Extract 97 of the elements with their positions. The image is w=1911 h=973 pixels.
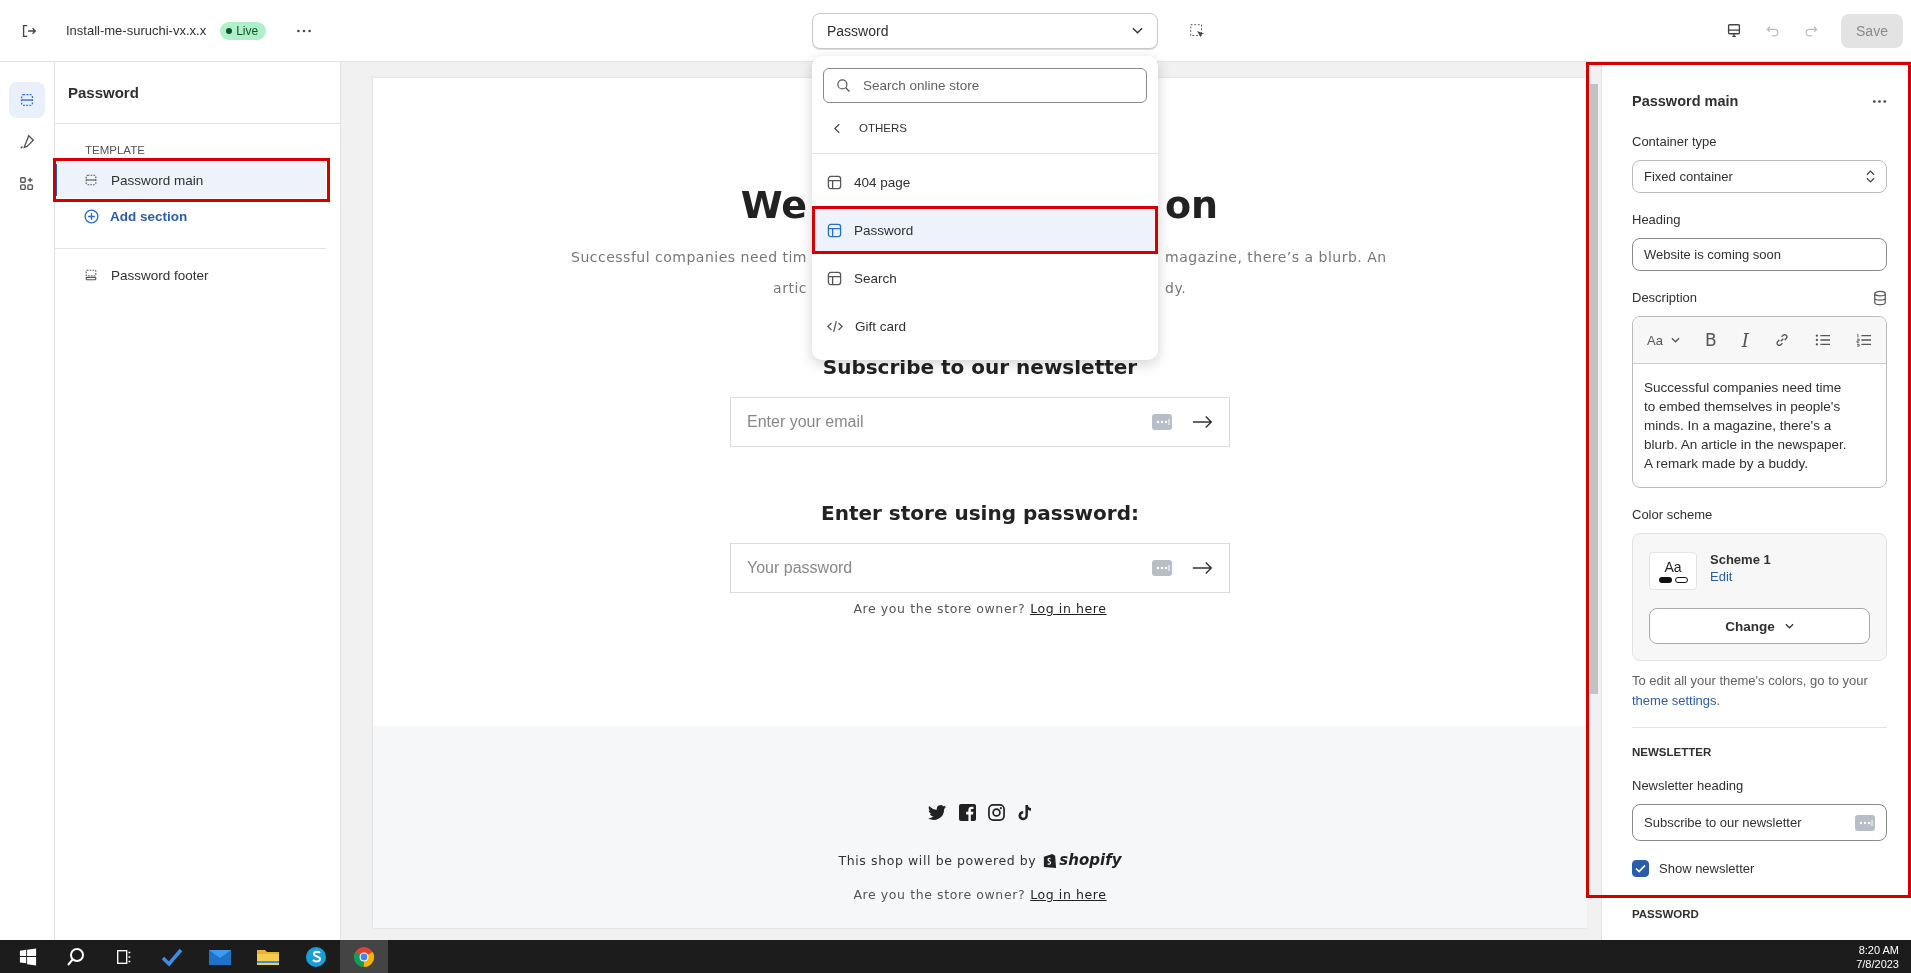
description-text: artic (772, 279, 807, 298)
italic-button[interactable]: I (1741, 329, 1749, 351)
clock-time: 8:20 AM (1858, 942, 1899, 957)
layout-icon (827, 270, 842, 286)
caret-icon (1784, 623, 1794, 629)
login-link[interactable]: Log in here (1030, 887, 1107, 902)
description-editor[interactable]: Aa B I Successful companies need time to embed themselves in people's minds. In a magazine, there's a blurb. An article in the newspaper. A remark made by a buddy. (1632, 316, 1887, 488)
brush-icon (18, 133, 36, 151)
section-icon (83, 172, 99, 188)
windows-icon (19, 947, 37, 966)
sections-button[interactable] (9, 82, 45, 118)
field-label: Newsletter heading (1632, 778, 1745, 794)
arrow-right-icon[interactable] (1192, 560, 1214, 576)
store-name: Install-me-suruchi-vx.x.x (66, 23, 207, 38)
scheme-name: Scheme 1 (1710, 552, 1771, 567)
template-option[interactable]: Gift card (812, 302, 1158, 350)
field-label: Description (1632, 290, 1698, 306)
login-link[interactable]: Log in here (1030, 601, 1107, 616)
layout-icon (827, 222, 842, 238)
more-icon[interactable] (296, 27, 313, 34)
sections-icon (18, 91, 36, 109)
section-label: PASSWORD (1632, 908, 1700, 920)
password-heading: Enter store using password: (821, 501, 1139, 525)
task-view-icon (115, 947, 133, 966)
clock-date: 7/8/2023 (1856, 956, 1899, 971)
apps-icon (18, 175, 36, 193)
template-option[interactable]: 404 page (812, 158, 1158, 206)
text-style-button[interactable]: Aa (1647, 332, 1680, 348)
tiktok-icon[interactable] (1017, 804, 1032, 821)
bold-button[interactable]: B (1704, 330, 1717, 350)
desktop-icon[interactable] (1725, 21, 1743, 40)
inspector-icon[interactable] (1188, 21, 1206, 40)
template-select[interactable]: Password (812, 12, 1158, 49)
section-label: NEWSLETTER (1632, 746, 1713, 758)
group-label: TEMPLATE (84, 144, 146, 156)
section-item[interactable]: Password footer (57, 257, 326, 293)
theme-settings-link[interactable]: theme settings (1632, 693, 1717, 708)
change-button[interactable]: Change (1649, 608, 1870, 644)
chrome-taskbar-button[interactable] (340, 940, 388, 973)
edit-link[interactable]: Edit (1710, 569, 1771, 584)
instagram-icon[interactable] (988, 804, 1005, 821)
container-type-select[interactable]: Fixed container (1632, 160, 1887, 193)
owner-text: Are you the store owner? (853, 887, 1026, 902)
heading-field[interactable]: Website is coming soon (1632, 238, 1887, 271)
scheme-swatch: Aa (1649, 552, 1697, 590)
caret-icon (1670, 337, 1680, 343)
caret-icon (1132, 26, 1143, 35)
footer-section-icon (83, 267, 99, 283)
template-option[interactable]: Search (812, 254, 1158, 302)
facebook-icon[interactable] (959, 804, 976, 821)
check-icon (1635, 864, 1646, 873)
shopify-logo[interactable]: shopify (1042, 851, 1122, 869)
chevron-updown-icon (1866, 170, 1875, 183)
arrow-right-icon[interactable] (1192, 414, 1214, 430)
back-button[interactable]: OTHERS (812, 103, 1158, 154)
description-text: dy. (1165, 279, 1188, 298)
checkbox[interactable] (1632, 860, 1649, 877)
twitter-icon[interactable] (928, 804, 947, 821)
code-icon (827, 319, 843, 333)
search-icon (836, 78, 851, 93)
email-field[interactable]: Enter your email (730, 397, 1230, 447)
more-icon[interactable] (1872, 98, 1887, 104)
powered-by-text: This shop will be powered by (838, 852, 1037, 868)
newsletter-heading: Subscribe to our newsletter (822, 355, 1138, 379)
panel-title: Password (55, 62, 340, 124)
numbered-list-icon[interactable] (1855, 333, 1872, 347)
search-field[interactable]: Search online store (823, 68, 1147, 103)
search-icon (66, 946, 86, 967)
page-heading: We (739, 182, 807, 229)
password-field[interactable]: Your password (730, 543, 1230, 593)
checkmark-icon (161, 946, 183, 967)
description-text: magazine, there’s a blurb. An (1165, 248, 1388, 267)
status-badge: Live (220, 21, 267, 40)
description-text: Successful companies need tim (570, 248, 807, 267)
browser-icon (353, 945, 375, 968)
panel-title: Password main (1632, 93, 1739, 109)
s-logo-icon (305, 945, 327, 968)
link-icon[interactable] (1773, 332, 1790, 348)
page-heading: on (1165, 182, 1220, 229)
field-label: Heading (1632, 212, 1682, 228)
bullet-list-icon[interactable] (1814, 333, 1831, 347)
plus-circle-icon (83, 207, 100, 225)
add-section-link[interactable]: Add section (55, 198, 326, 234)
database-icon[interactable] (1873, 290, 1887, 306)
folder-icon (257, 947, 279, 966)
hint-text: To edit all your theme's colors, go to your theme settings. (1632, 672, 1869, 710)
mail-icon (209, 947, 231, 966)
checkbox-label: Show newsletter (1659, 861, 1755, 876)
shopping-bag-icon (1042, 851, 1058, 869)
description-text: Successful companies need time to embed themselves in people's minds. In a magazine, there's a blurb. An article in the newspaper. A remark made by a buddy. (1643, 379, 1848, 473)
layout-icon (827, 174, 842, 190)
field-label: Container type (1632, 134, 1718, 150)
template-option[interactable]: Password (812, 206, 1158, 254)
field-label: Color scheme (1632, 507, 1714, 523)
chevron-left-icon (834, 122, 841, 134)
owner-text: Are you the store owner? (853, 601, 1026, 616)
newsletter-heading-field[interactable]: Subscribe to our newsletter (1632, 804, 1887, 841)
